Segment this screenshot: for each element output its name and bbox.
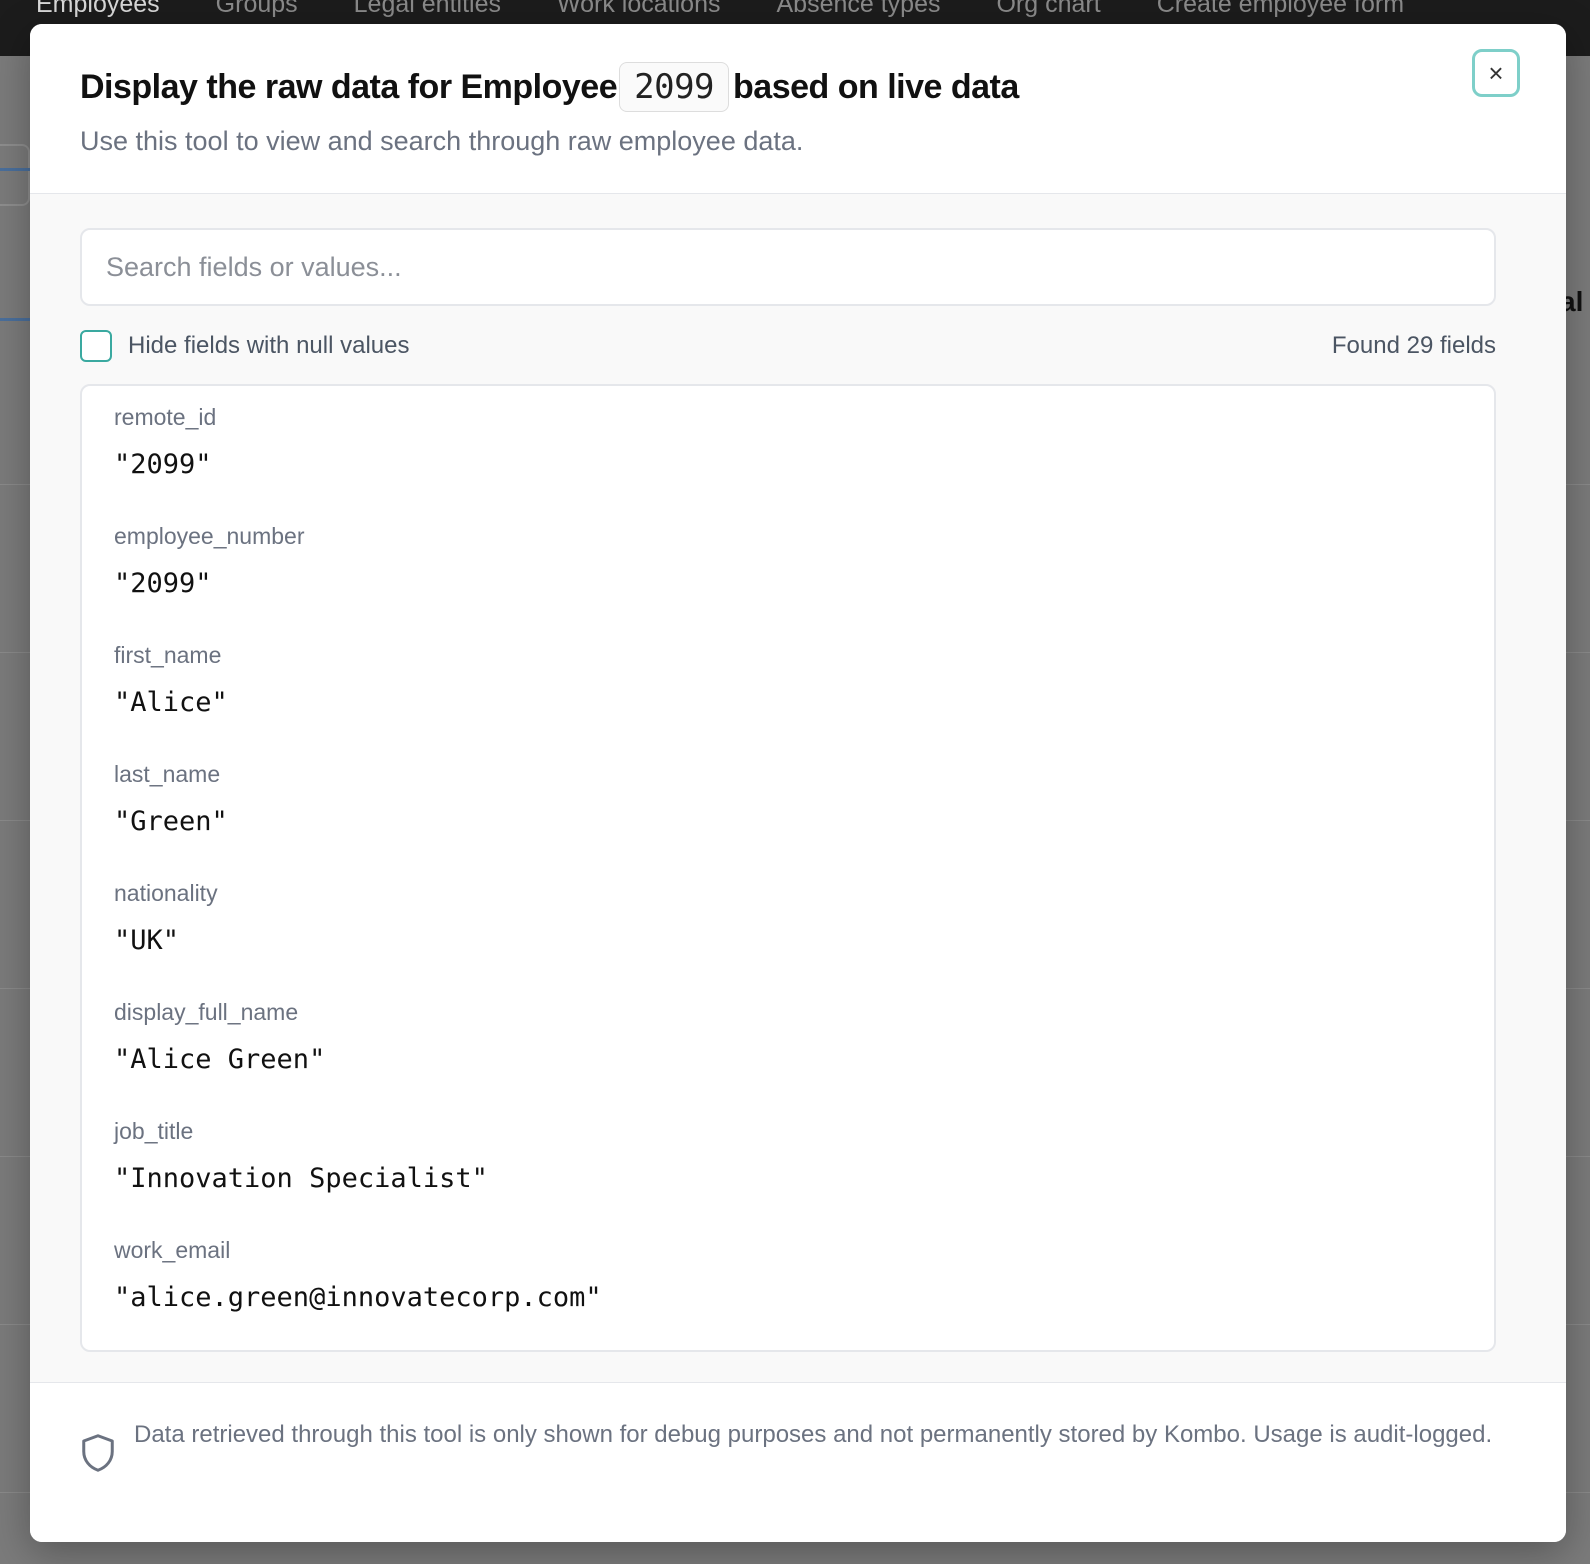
filter-row: Hide fields with null values Found 29 fi… [80, 330, 1496, 362]
modal-body: Hide fields with null values Found 29 fi… [30, 194, 1566, 1382]
field-name: nationality [114, 880, 218, 906]
field-value: "Green" [114, 806, 228, 837]
background-control [0, 144, 30, 206]
title-suffix: based on live data [733, 67, 1019, 106]
hide-null-label: Hide fields with null values [128, 332, 410, 359]
field-item-last-name: last_name "Green" [114, 761, 228, 837]
hide-null-checkbox[interactable] [80, 330, 112, 362]
field-value: "alice.green@innovatecorp.com" [114, 1282, 602, 1313]
nav-tab-work-locations: Work locations [556, 0, 721, 18]
nav-tab-groups: Groups [215, 0, 298, 18]
field-value: "2099" [114, 449, 212, 480]
modal-subtitle: Use this tool to view and search through… [80, 126, 804, 156]
field-name: job_title [114, 1118, 194, 1144]
nav-tab-legal-entities: Legal entities [353, 0, 501, 18]
hide-null-toggle[interactable]: Hide fields with null values [80, 330, 409, 362]
field-value: "UK" [114, 925, 180, 956]
field-value: "2099" [114, 568, 212, 599]
field-item-employee-number: employee_number "2099" [114, 523, 305, 599]
field-item-work-email: work_email "alice.green@innovatecorp.com… [114, 1237, 602, 1313]
field-item-first-name: first_name "Alice" [114, 642, 228, 718]
field-name: display_full_name [114, 999, 299, 1025]
field-name: remote_id [114, 404, 217, 430]
field-value: "Innovation Specialist" [114, 1163, 488, 1194]
close-button[interactable]: × [1472, 49, 1520, 97]
field-name: work_email [114, 1237, 231, 1263]
nav-tab-org-chart: Org chart [996, 0, 1101, 18]
field-name: first_name [114, 642, 222, 668]
shield-icon [82, 1434, 114, 1472]
nav-tab-absence-types: Absence types [776, 0, 941, 18]
background-accent [0, 318, 30, 321]
close-icon: × [1488, 57, 1504, 88]
nav-tab-create-employee-form: Create employee form [1156, 0, 1405, 18]
field-item-display-full-name: display_full_name "Alice Green" [114, 999, 325, 1075]
employee-id-chip: 2099 [619, 62, 730, 112]
field-name: employee_number [114, 523, 305, 549]
footer-disclaimer: Data retrieved through this tool is only… [134, 1421, 1493, 1448]
raw-data-modal: Display the raw data for Employee 2099 b… [30, 24, 1566, 1542]
search-input[interactable] [80, 228, 1496, 306]
field-value: "Alice" [114, 687, 228, 718]
modal-header: Display the raw data for Employee 2099 b… [30, 24, 1566, 194]
field-item-nationality: nationality "UK" [114, 880, 218, 956]
modal-footer: Data retrieved through this tool is only… [30, 1382, 1566, 1542]
nav-tab-employees: Employees [36, 0, 160, 18]
background-nav-tabs: Employees Groups Legal entities Work loc… [36, 0, 1404, 19]
field-item-job-title: job_title "Innovation Specialist" [114, 1118, 488, 1194]
modal-title: Display the raw data for Employee 2099 b… [80, 62, 1019, 112]
title-prefix: Display the raw data for Employee [80, 67, 618, 106]
field-value: "Alice Green" [114, 1044, 326, 1075]
background-accent [0, 168, 30, 171]
found-fields-count: Found 29 fields [1331, 332, 1496, 359]
field-item-remote-id: remote_id "2099" [114, 404, 216, 480]
field-name: last_name [114, 761, 221, 787]
fields-list[interactable]: remote_id "2099" employee_number "2099" … [80, 384, 1496, 1352]
